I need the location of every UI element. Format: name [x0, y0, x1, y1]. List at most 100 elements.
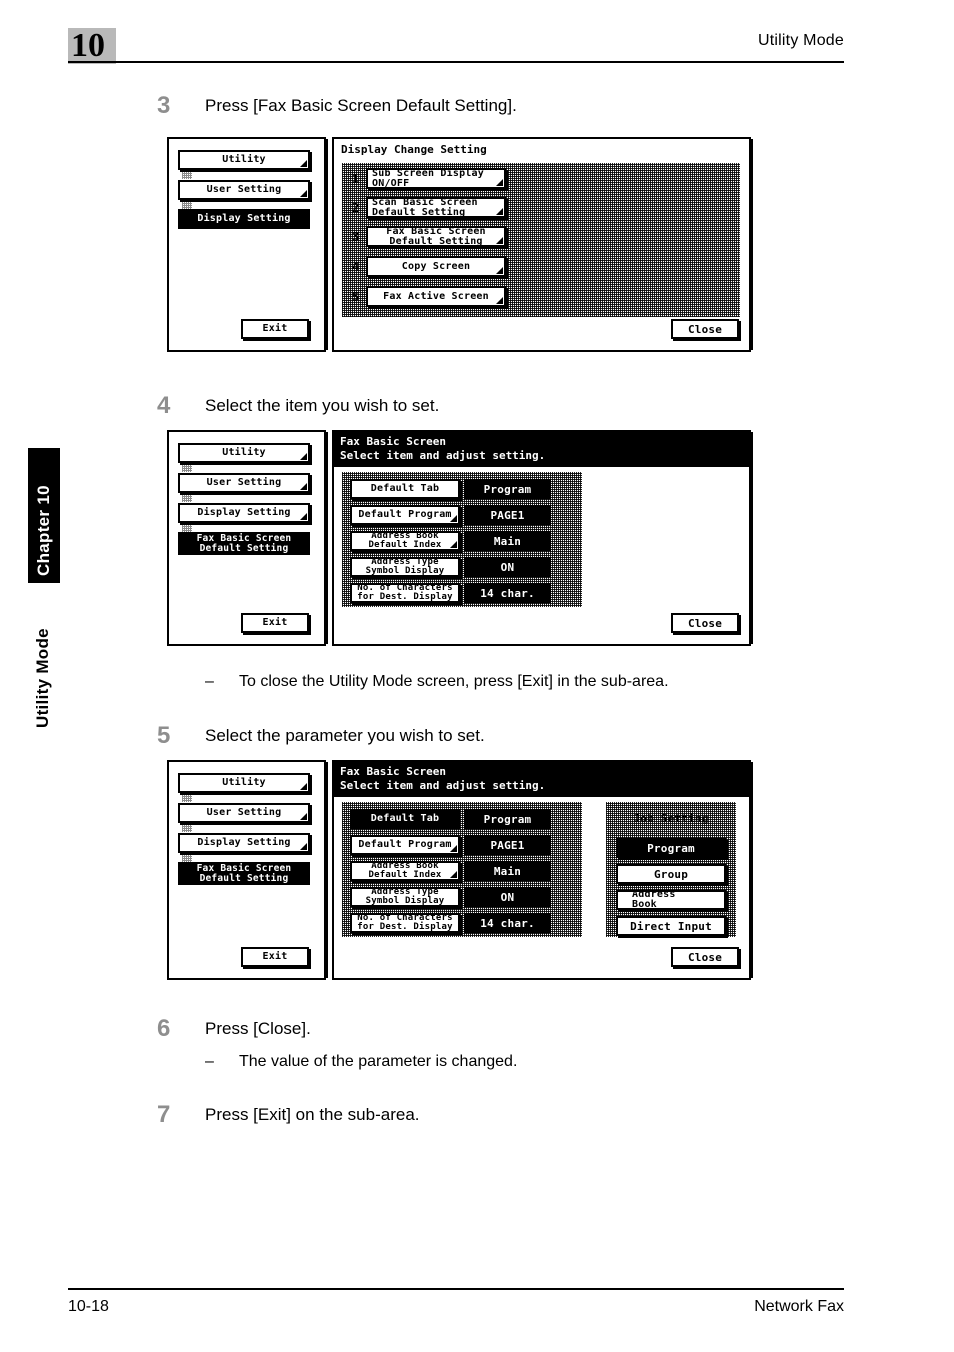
lcd3-main-area: Fax Basic Screen Select item and adjust s… [332, 760, 753, 980]
lcd1-item-4-number: 4 [352, 260, 360, 274]
lcd1-title: Display Change Setting [341, 143, 487, 156]
lcd1-connector-2 [182, 202, 192, 209]
lcd1-item-5-number: 5 [352, 290, 360, 304]
step-5-text: Select the parameter you wish to set. [205, 726, 485, 745]
lcd1-item-5-button[interactable]: Fax Active Screen [366, 286, 506, 307]
step-3-number: 3 [157, 92, 171, 119]
step-4-number: 4 [157, 392, 171, 419]
lcd1-item-2-number: 2 [352, 201, 360, 215]
lcd1-item-3-number: 3 [352, 230, 360, 244]
lcd3-btn-user-setting[interactable]: User Setting [178, 803, 310, 823]
chapter-number-badge: 10 [68, 28, 116, 64]
lcd3-row-4-value: 14 char. [464, 913, 551, 933]
footer-page-number: 10-18 [68, 1298, 109, 1315]
lcd3-row-2-name[interactable]: Address Book Default Index [350, 861, 460, 881]
lcd2-header-bar: Fax Basic Screen Select item and adjust s… [334, 432, 749, 467]
side-tab-chapter: Chapter 10 [28, 448, 60, 583]
lcd2-row-4-name[interactable]: No. of Characters for Dest. Display [350, 583, 460, 603]
lcd1-main-area: Display Change Setting 1 Sub Screen Disp… [332, 137, 753, 352]
lcd1-btn-exit[interactable]: Exit [241, 319, 309, 339]
lcd1-sub-area: Utility User Setting Display Setting Exi… [167, 137, 328, 352]
page-header: 10 Utility Mode [0, 0, 954, 70]
step-6-text: Press [Close]. [205, 1019, 311, 1038]
lcd2-row-3-value: ON [464, 557, 551, 577]
header-title: Utility Mode [758, 32, 844, 49]
side-tab-chapter-label: Chapter 10 [34, 485, 53, 576]
lcd3-connector-1 [182, 795, 192, 802]
lcd3-row-1-value: PAGE1 [464, 835, 551, 855]
lcd3-param-option-address-book[interactable]: Address Book [616, 890, 726, 910]
lcd3-btn-close[interactable]: Close [671, 947, 739, 967]
lcd2-row-2-name[interactable]: Address Book Default Index [350, 531, 460, 551]
step-7-number: 7 [157, 1101, 171, 1128]
lcd2-btn-display-setting[interactable]: Display Setting [178, 503, 310, 523]
lcd2-row-1-name[interactable]: Default Program [350, 505, 460, 525]
lcd2-connector-2 [182, 495, 192, 502]
lcd1-btn-utility[interactable]: Utility [178, 150, 310, 170]
lcd3-btn-utility[interactable]: Utility [178, 773, 310, 793]
step-7-text: Press [Exit] on the sub-area. [205, 1105, 420, 1124]
lcd2-btn-fax-basic-screen-default-setting[interactable]: Fax Basic Screen Default Setting [178, 532, 310, 555]
lcd1-connector-1 [182, 172, 192, 179]
lcd-fax-basic-screen-params: Utility User Setting Display Setting Fax… [167, 760, 753, 980]
lcd3-sub-area: Utility User Setting Display Setting Fax… [167, 760, 328, 980]
lcd3-param-option-group[interactable]: Group [616, 864, 726, 884]
lcd3-btn-exit[interactable]: Exit [241, 947, 309, 967]
lcd2-row-4-value: 14 char. [464, 583, 551, 603]
lcd2-btn-user-setting[interactable]: User Setting [178, 473, 310, 493]
lcd2-row-3-name[interactable]: Address Type Symbol Display [350, 557, 460, 577]
step-3-text: Press [Fax Basic Screen Default Setting]… [205, 96, 517, 115]
lcd3-connector-2 [182, 825, 192, 832]
lcd3-row-2-value: Main [464, 861, 551, 881]
note-dash-2: – [205, 1053, 214, 1070]
lcd2-title: Fax Basic Screen Select item and adjust s… [340, 435, 546, 462]
side-tab-section-label: Utility Mode [33, 628, 52, 728]
lcd3-param-panel-title: Job Setting [633, 812, 709, 825]
lcd3-title: Fax Basic Screen Select item and adjust s… [340, 765, 546, 792]
lcd2-sub-area: Utility User Setting Display Setting Fax… [167, 430, 328, 646]
lcd2-main-area: Fax Basic Screen Select item and adjust s… [332, 430, 753, 646]
lcd3-param-option-direct-input[interactable]: Direct Input [616, 916, 726, 936]
footer-divider [68, 1288, 844, 1290]
lcd3-row-0-name[interactable]: Default Tab [350, 809, 460, 829]
lcd3-row-3-name[interactable]: Address Type Symbol Display [350, 887, 460, 907]
lcd1-btn-user-setting[interactable]: User Setting [178, 180, 310, 200]
lcd1-item-3-button[interactable]: Fax Basic Screen Default Setting [366, 226, 506, 247]
lcd2-btn-exit[interactable]: Exit [241, 613, 309, 633]
lcd1-item-4-button[interactable]: Copy Screen [366, 256, 506, 277]
header-divider [68, 61, 844, 63]
lcd3-btn-display-setting[interactable]: Display Setting [178, 833, 310, 853]
lcd1-btn-close[interactable]: Close [671, 319, 739, 339]
lcd1-item-1-button[interactable]: Sub Screen Display ON/OFF [366, 168, 506, 189]
lcd2-row-2-value: Main [464, 531, 551, 551]
note-dash-1: – [205, 673, 214, 690]
step-5-number: 5 [157, 722, 171, 749]
step-4-text: Select the item you wish to set. [205, 396, 440, 415]
step-6-number: 6 [157, 1015, 171, 1042]
lcd-display-change-setting: Utility User Setting Display Setting Exi… [167, 137, 753, 352]
lcd3-row-1-name[interactable]: Default Program [350, 835, 460, 855]
lcd3-row-4-name[interactable]: No. of Characters for Dest. Display [350, 913, 460, 933]
side-tab-section: Utility Mode [28, 600, 60, 730]
footer-document-title: Network Fax [754, 1298, 844, 1315]
lcd2-row-0-name[interactable]: Default Tab [350, 479, 460, 499]
lcd3-connector-3 [182, 855, 192, 862]
note-text-2: The value of the parameter is changed. [239, 1053, 518, 1070]
note-text-1: To close the Utility Mode screen, press … [239, 673, 669, 690]
lcd2-btn-utility[interactable]: Utility [178, 443, 310, 463]
lcd1-btn-display-setting[interactable]: Display Setting [178, 209, 310, 229]
lcd2-row-0-value: Program [464, 479, 551, 499]
lcd1-item-2-button[interactable]: Scan Basic Screen Default Setting [366, 197, 506, 218]
lcd3-row-3-value: ON [464, 887, 551, 907]
lcd3-param-option-program[interactable]: Program [616, 838, 726, 858]
lcd2-btn-close[interactable]: Close [671, 613, 739, 633]
lcd3-row-0-value: Program [464, 809, 551, 829]
note-value-changed: – The value of the parameter is changed. [205, 1053, 517, 1071]
lcd1-item-1-number: 1 [352, 172, 360, 186]
lcd3-btn-fax-basic-screen-default-setting[interactable]: Fax Basic Screen Default Setting [178, 862, 310, 885]
lcd2-connector-1 [182, 465, 192, 472]
note-close-utility-mode: – To close the Utility Mode screen, press… [205, 673, 669, 691]
lcd-fax-basic-screen-items: Utility User Setting Display Setting Fax… [167, 430, 753, 646]
lcd2-connector-3 [182, 525, 192, 532]
lcd3-header-bar: Fax Basic Screen Select item and adjust s… [334, 762, 749, 797]
